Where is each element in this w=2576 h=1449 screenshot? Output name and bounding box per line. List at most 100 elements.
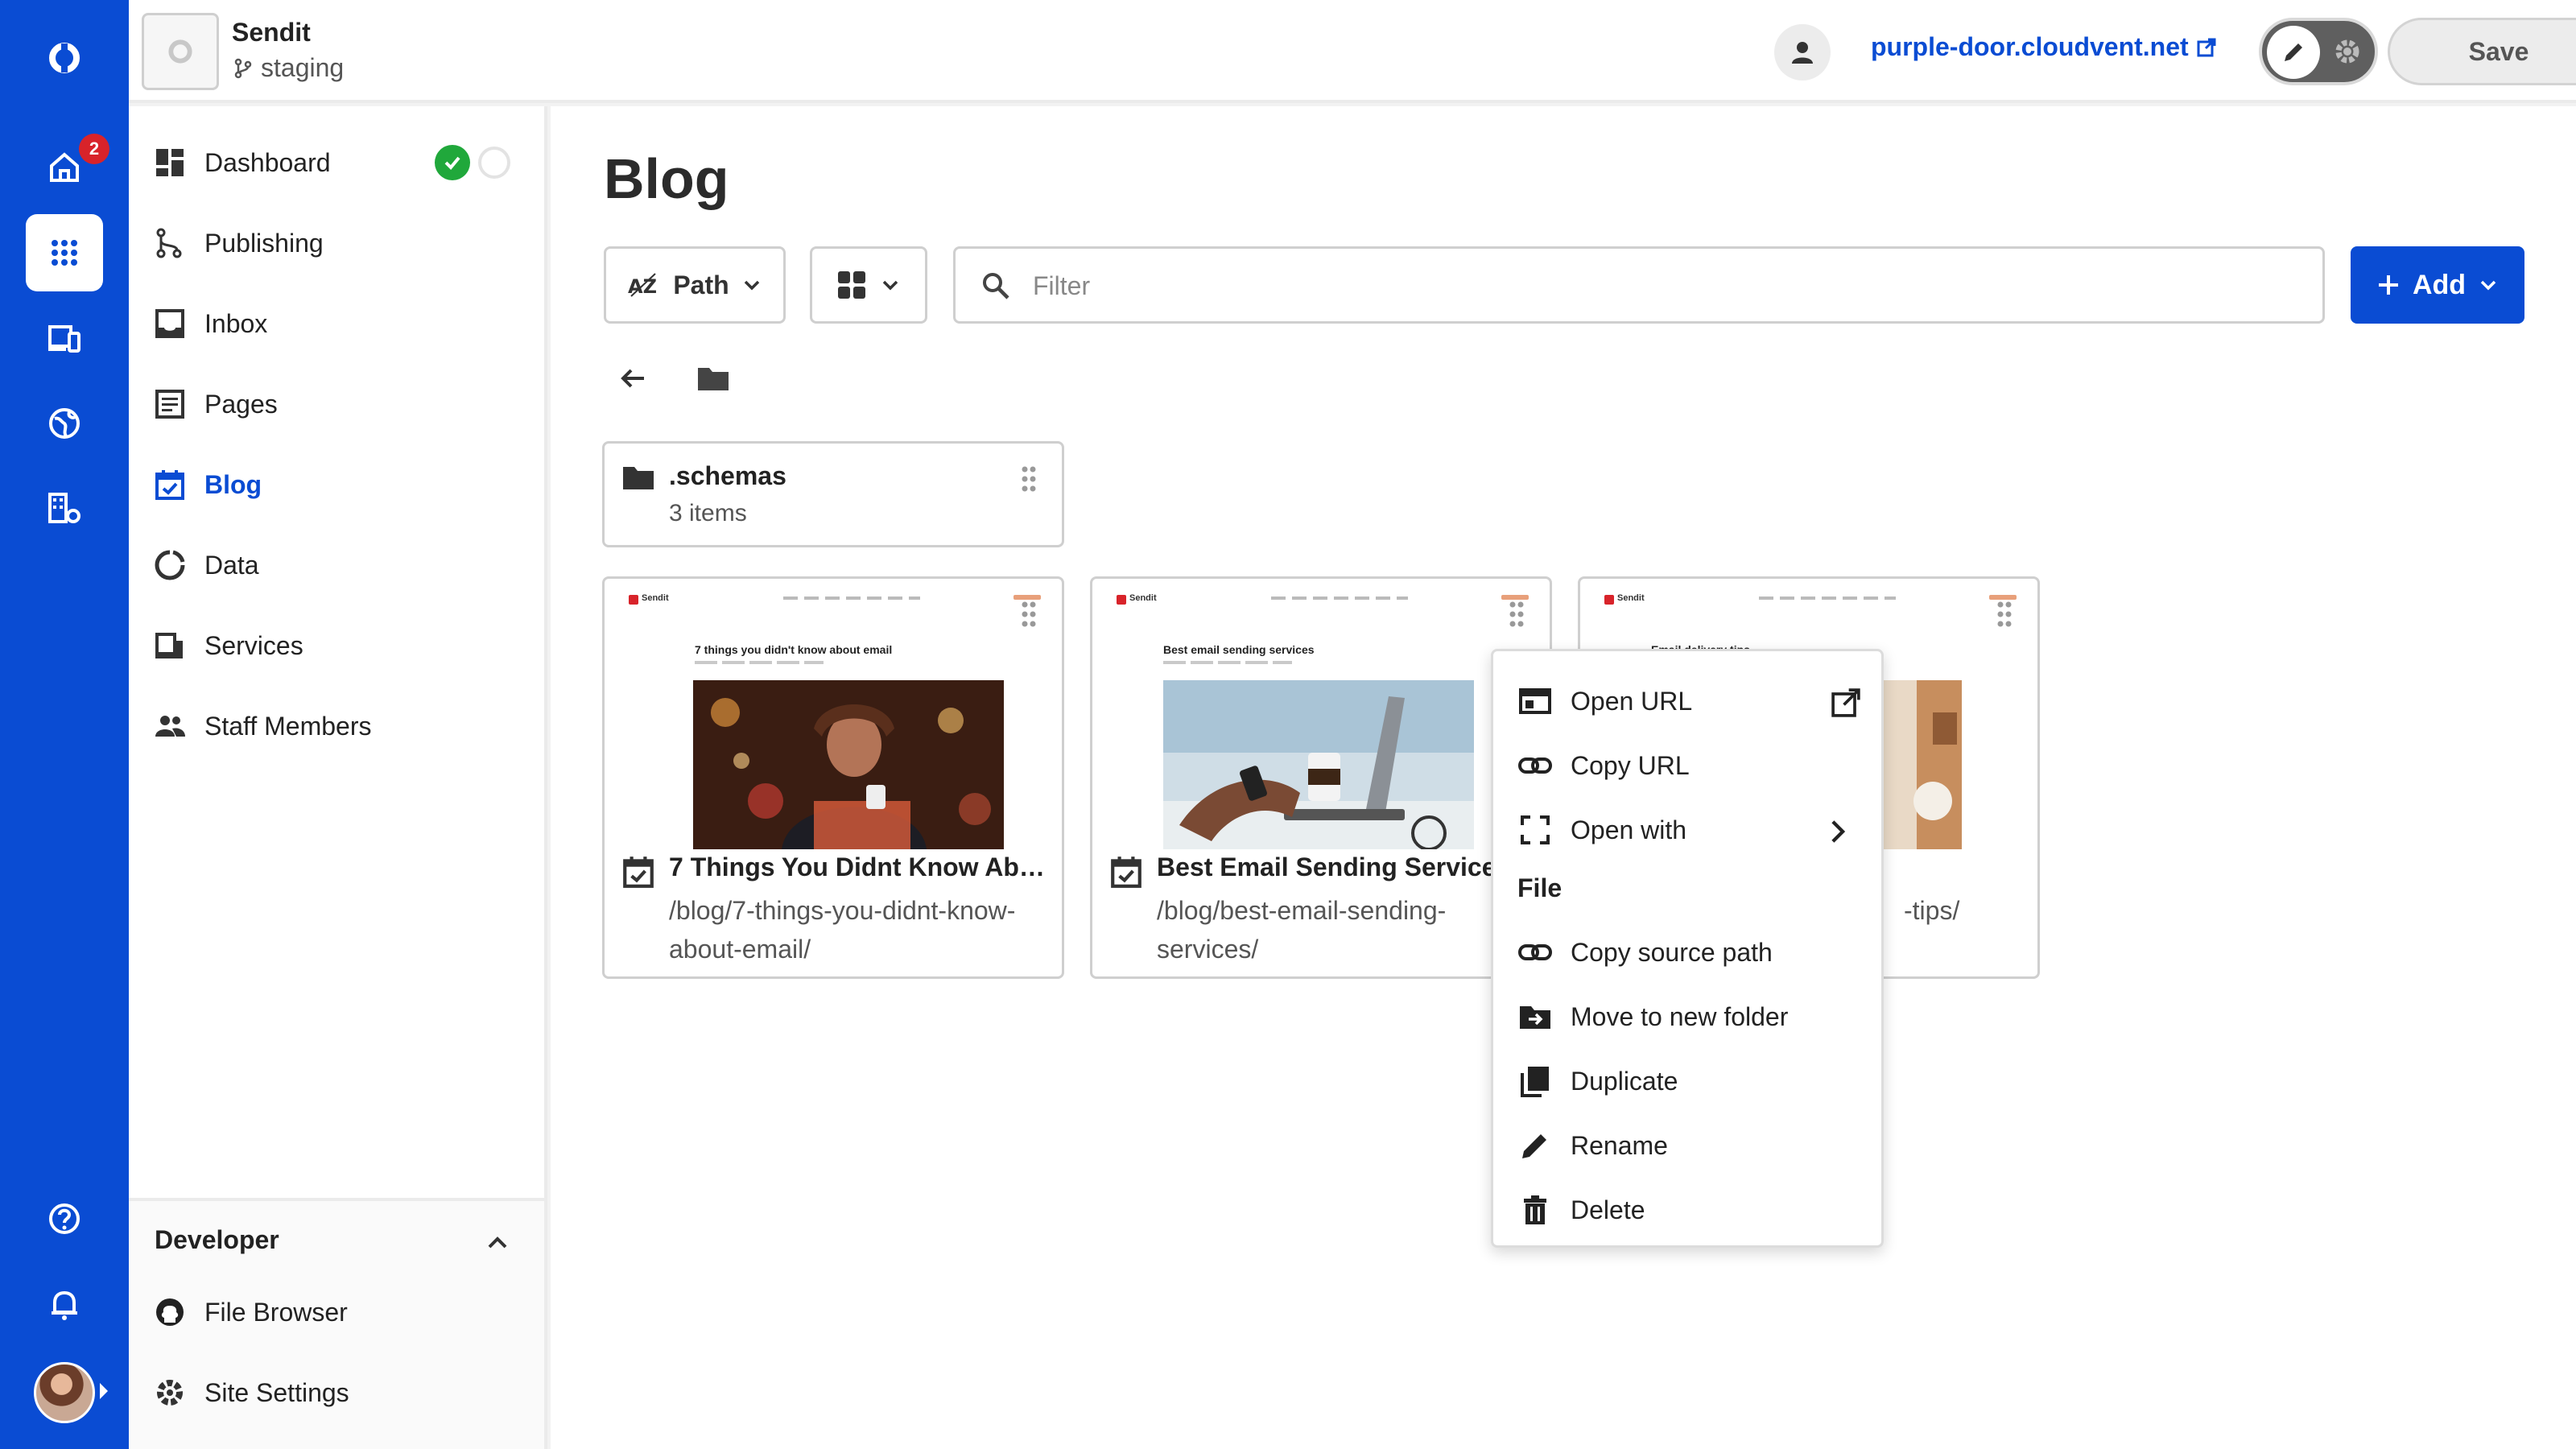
menu-item-move-to-new-folder[interactable]: Move to new folder [1517,993,1864,1041]
drag-handle-icon[interactable] [1020,600,1038,629]
folder-count: 3 items [669,500,747,526]
sidebar-item-publishing[interactable]: Publishing [153,219,324,267]
notification-badge: 2 [79,134,109,164]
plus-icon [2378,275,2398,295]
back-arrow-icon[interactable] [615,361,650,396]
site-branch[interactable]: staging [232,53,344,83]
preview-logo-icon [1604,595,1614,605]
filter-input[interactable] [1033,265,2305,307]
blog-post-card[interactable]: Sendit Best email sending services Best … [1090,576,1552,979]
menu-item-label: Move to new folder [1571,1001,1789,1031]
chevron-down-icon [744,280,759,291]
folder-card-schemas[interactable]: .schemas 3 items [602,441,1064,547]
menu-item-copy-source-path[interactable]: Copy source path [1517,928,1864,976]
menu-item-rename[interactable]: Rename [1517,1121,1864,1170]
save-button[interactable]: Save [2388,18,2576,85]
site-name: Sendit [232,18,311,47]
edit-mode-toggle[interactable] [2259,18,2378,85]
sidebar-item-label: Inbox [204,308,268,338]
post-preview-image: Sendit Best email sending services [1110,588,1535,849]
sidebar-item-data[interactable]: Data [153,541,259,589]
services-icon [155,633,183,658]
developer-section-title[interactable]: Developer [155,1225,279,1255]
sort-dropdown[interactable]: AZ Path [604,246,786,324]
preview-logo-icon [629,595,638,605]
folder-name: .schemas [669,461,786,490]
sort-az-icon: AZ [628,273,657,298]
filter-box [953,246,2325,324]
chevron-up-icon[interactable] [483,1228,512,1257]
sort-label: Path [673,270,729,299]
blog-post-icon [1111,857,1141,888]
pencil-icon [1522,1134,1546,1158]
sidebar-item-blog[interactable]: Blog [153,460,262,509]
trash-icon [1524,1195,1546,1224]
help-icon[interactable] [26,1180,103,1257]
preview-meta [1163,661,1292,664]
organization-settings-icon[interactable] [26,470,103,547]
site-thumbnail[interactable] [142,13,219,90]
context-menu: Open URL Copy URL Open with File Copy so… [1491,649,1884,1248]
sidebar-item-label: File Browser [204,1297,348,1327]
preview-brand: Sendit [642,593,669,603]
link-icon [1518,758,1552,774]
app-logo-icon[interactable] [26,19,103,97]
card-title: 7 Things You Didnt Know Abo... [669,852,1055,881]
devices-icon[interactable] [26,299,103,377]
publishing-icon [156,228,182,258]
preview-links [1759,597,1896,600]
blog-post-card[interactable]: Sendit 7 things you didn't know about em… [602,576,1064,979]
post-preview-image: Sendit 7 things you didn't know about em… [622,588,1047,849]
avatar-caret-icon [100,1383,108,1399]
external-link-icon [1831,688,1860,717]
menu-item-label: Duplicate [1571,1066,1678,1096]
menu-item-duplicate[interactable]: Duplicate [1517,1057,1864,1105]
sidebar-item-inbox[interactable]: Inbox [153,299,267,348]
add-button-label: Add [2412,269,2467,300]
preview-links [783,597,920,600]
sidebar-item-pages[interactable]: Pages [153,380,278,428]
sidebar-item-label: Blog [204,469,262,499]
expand-icon [1521,815,1550,844]
user-avatar[interactable] [34,1362,95,1423]
menu-item-label: Copy URL [1571,750,1690,780]
globe-icon[interactable] [26,385,103,462]
move-folder-icon [1520,1006,1550,1029]
menu-item-copy-url[interactable]: Copy URL [1517,741,1864,790]
search-icon [983,273,1009,299]
folder-icon[interactable] [696,361,731,396]
inbox-icon [155,309,184,338]
drag-handle-icon[interactable] [1508,600,1525,629]
drag-handle-icon[interactable] [1020,464,1038,493]
breadcrumb [615,361,731,396]
apps-grid-icon[interactable] [26,214,103,291]
dashboard-icon [156,149,184,176]
menu-item-label: Delete [1571,1195,1645,1224]
sidebar-item-dashboard[interactable]: Dashboard [153,138,331,187]
site-url-text: purple-door.cloudvent.net [1871,32,2189,61]
branch-icon [234,58,252,78]
edit-knob [2267,26,2320,79]
bell-icon[interactable] [26,1265,103,1343]
card-title: Best Email Sending Services [1157,852,1511,881]
sidebar-item-label: Services [204,630,303,660]
card-path: /blog/best-email-sending-services/ [1157,896,1447,964]
chevron-right-icon [1831,820,1846,843]
sidebar-item-staff-members[interactable]: Staff Members [153,702,371,750]
site-url-link[interactable]: purple-door.cloudvent.net [1871,32,2218,62]
site-logo-icon [168,39,192,64]
menu-item-open-with[interactable]: Open with [1517,806,1864,854]
sidebar-item-site-settings[interactable]: Site Settings [153,1368,349,1417]
view-mode-dropdown[interactable] [810,246,927,324]
side-navigation: Dashboard Publishing Inbox Pages Blog Da… [129,106,547,1449]
preview-title: 7 things you didn't know about email [695,643,893,656]
add-button[interactable]: Add [2351,246,2524,324]
menu-item-delete[interactable]: Delete [1517,1186,1864,1234]
chevron-down-icon [2480,280,2496,291]
menu-item-open-url[interactable]: Open URL [1517,677,1864,725]
drag-handle-icon[interactable] [1996,600,2013,629]
account-icon[interactable] [1774,24,1831,80]
sidebar-item-services[interactable]: Services [153,621,303,670]
link-icon [1518,944,1552,960]
sidebar-item-file-browser[interactable]: File Browser [153,1288,348,1336]
